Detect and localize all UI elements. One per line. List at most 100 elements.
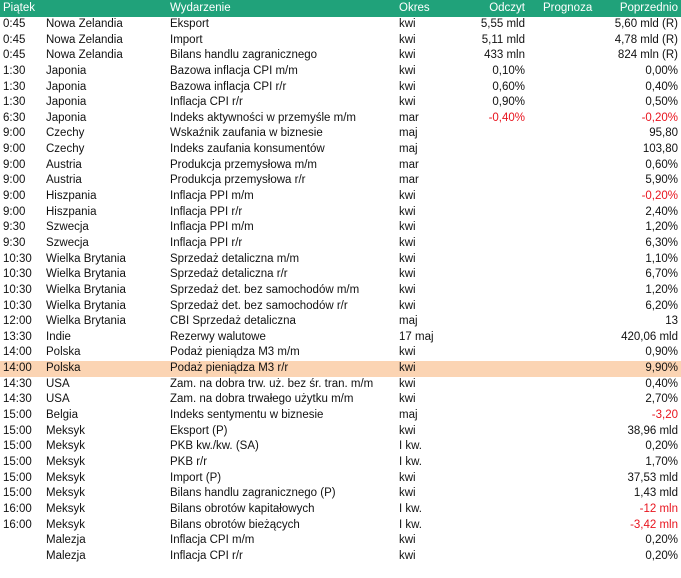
table-row: 9:00 Austria Produkcja przemysłowa m/m mar 0… [0, 158, 681, 174]
previous-cell: 0,00% [645, 64, 678, 77]
period-cell: I kw. [399, 440, 423, 453]
period-cell: mar [399, 111, 419, 124]
previous-cell: 37,53 mld [627, 471, 678, 484]
previous-cell: 0,50% [645, 96, 678, 109]
country-cell: Japonia [46, 64, 87, 77]
previous-cell: 6,70% [645, 268, 678, 281]
period-cell: I kw. [399, 518, 423, 531]
time-cell: 16:00 [3, 518, 32, 531]
table-row: 15:00 Meksyk Bilans handlu zagranicznego (… [0, 486, 681, 502]
time-cell: 0:45 [3, 33, 26, 46]
previous-cell: 4,78 mld (R) [614, 33, 678, 46]
country-cell: Japonia [46, 111, 87, 124]
event-cell: Eksport (P) [170, 424, 228, 437]
previous-cell: 824 mln (R) [617, 49, 678, 62]
table-row: 13:30 Indie Rezerwy walutowe 17 maj 420,06 m… [0, 330, 681, 346]
table-row: Malezja Inflacja CPI m/m kwi 0,20% [0, 533, 681, 549]
event-cell: Podaż pieniądza M3 r/r [170, 362, 289, 375]
actual-cell: 0,90% [492, 96, 525, 109]
table-row: 10:30 Wielka Brytania Sprzedaż det. bez sa… [0, 283, 681, 299]
period-cell: kwi [399, 299, 416, 312]
time-cell: 16:00 [3, 502, 32, 515]
event-cell: Indeks aktywności w przemyśle m/m [170, 111, 356, 124]
country-cell: Indie [46, 330, 71, 343]
country-cell: Japonia [46, 96, 87, 109]
event-cell: Inflacja PPI m/m [170, 221, 254, 234]
event-cell: Eksport [170, 18, 209, 30]
country-cell: Wielka Brytania [46, 252, 126, 265]
table-row: 15:00 Meksyk Import (P) kwi 37,53 mld [0, 471, 681, 487]
previous-cell: -3,42 mln [630, 518, 678, 531]
event-cell: Inflacja CPI r/r [170, 549, 243, 562]
period-cell: I kw. [399, 502, 423, 515]
period-cell: maj [399, 143, 418, 156]
country-cell: Czechy [46, 143, 85, 156]
event-cell: Sprzedaż detaliczna m/m [170, 252, 300, 265]
country-cell: Austria [46, 158, 82, 171]
country-cell: Meksyk [46, 487, 85, 500]
event-cell: Sprzedaż det. bez samochodów m/m [170, 283, 360, 296]
period-cell: kwi [399, 190, 416, 203]
previous-cell: 6,20% [645, 299, 678, 312]
event-cell: Sprzedaż det. bez samochodów r/r [170, 299, 348, 312]
previous-cell: 2,70% [645, 393, 678, 406]
country-cell: Polska [46, 346, 81, 359]
previous-cell: 6,30% [645, 236, 678, 249]
table-row: 9:30 Szwecja Inflacja PPI m/m kwi 1,20% [0, 220, 681, 236]
header-actual: Odczyt [489, 2, 525, 14]
time-cell: 9:00 [3, 174, 26, 187]
time-cell: 9:30 [3, 236, 26, 249]
time-cell: 1:30 [3, 96, 26, 109]
actual-cell: 0,10% [492, 64, 525, 77]
country-cell: Hiszpania [46, 190, 97, 203]
table-row: Malezja Inflacja CPI r/r kwi 0,20% [0, 549, 681, 565]
event-cell: Inflacja PPI r/r [170, 205, 243, 218]
previous-cell: 0,40% [645, 80, 678, 93]
time-cell: 14:00 [3, 346, 32, 359]
event-cell: PKB kw./kw. (SA) [170, 440, 259, 453]
time-cell: 0:45 [3, 18, 26, 30]
table-row: 15:00 Belgia Indeks sentymentu w biznesie m… [0, 408, 681, 424]
time-cell: 6:30 [3, 111, 26, 124]
event-cell: Import (P) [170, 471, 222, 484]
time-cell: 9:30 [3, 221, 26, 234]
country-cell: Szwecja [46, 236, 89, 249]
period-cell: maj [399, 315, 418, 328]
time-cell: 12:00 [3, 315, 32, 328]
previous-cell: -0,20% [641, 111, 678, 124]
country-cell: Wielka Brytania [46, 299, 126, 312]
previous-cell: -0,20% [641, 190, 678, 203]
table-row: 9:00 Czechy Indeks zaufania konsumentów maj… [0, 142, 681, 158]
previous-cell: 1,10% [645, 252, 678, 265]
event-cell: Produkcja przemysłowa r/r [170, 174, 306, 187]
time-cell: 9:00 [3, 127, 26, 140]
time-cell: 9:00 [3, 143, 26, 156]
event-cell: Import [170, 33, 203, 46]
previous-cell: 38,96 mld [627, 424, 678, 437]
event-cell: Podaż pieniądza M3 m/m [170, 346, 300, 359]
period-cell: maj [399, 409, 418, 422]
previous-cell: 9,90% [645, 362, 678, 375]
time-cell: 15:00 [3, 440, 32, 453]
previous-cell: 1,43 mld [633, 487, 678, 500]
period-cell: kwi [399, 346, 416, 359]
country-cell: Nowa Zelandia [46, 49, 123, 62]
table-row: 9:00 Hiszpania Inflacja PPI m/m kwi -0,20% [0, 189, 681, 205]
previous-cell: 5,90% [645, 174, 678, 187]
time-cell: 1:30 [3, 80, 26, 93]
time-cell: 15:00 [3, 487, 32, 500]
event-cell: Bilans obrotów kapitałowych [170, 502, 315, 515]
country-cell: Meksyk [46, 471, 85, 484]
time-cell: 10:30 [3, 283, 32, 296]
table-row: 12:00 Wielka Brytania CBI Sprzedaż detalic… [0, 314, 681, 330]
previous-cell: 103,80 [642, 143, 678, 156]
actual-cell: 5,11 mld [481, 33, 525, 46]
event-cell: Bilans handlu zagranicznego [170, 49, 318, 62]
time-cell: 10:30 [3, 268, 32, 281]
country-cell: Belgia [46, 409, 78, 422]
country-cell: Czechy [46, 127, 85, 140]
period-cell: kwi [399, 49, 416, 62]
previous-cell: 420,06 mld [621, 330, 678, 343]
table-row: 0:45 Nowa Zelandia Import kwi 5,11 mld 4,78 m… [0, 33, 681, 49]
time-cell: 15:00 [3, 424, 32, 437]
